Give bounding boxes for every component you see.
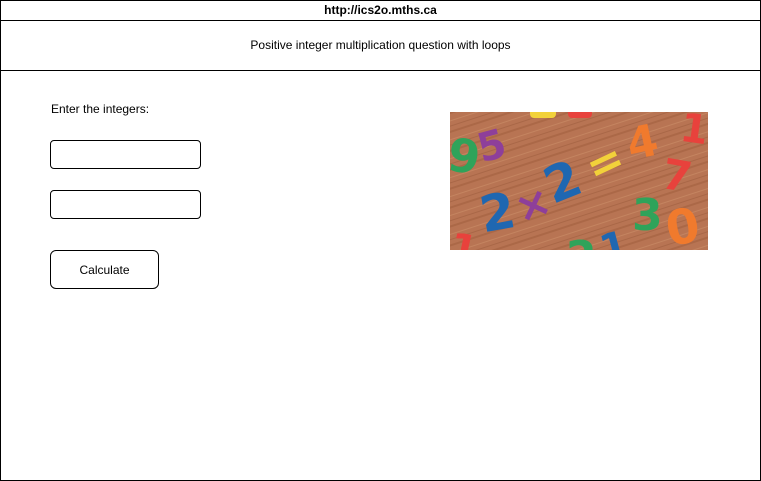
number-glyph: 3 xyxy=(632,190,663,241)
url-bar: http://ics2o.mths.ca xyxy=(1,1,760,21)
yellow-piece xyxy=(530,112,556,118)
red-piece xyxy=(568,112,592,118)
number-glyph: 2 xyxy=(566,232,597,250)
number-glyph: 1 xyxy=(450,224,482,250)
number-glyph: 1 xyxy=(677,112,708,154)
numbers-illustration: 9 5 2 × 2 = 4 7 1 3 0 2 1 1 xyxy=(450,112,708,250)
calculate-button[interactable]: Calculate xyxy=(50,250,159,289)
page-title: Positive integer multiplication question… xyxy=(1,21,760,71)
second-integer-input[interactable] xyxy=(50,190,201,219)
first-integer-input[interactable] xyxy=(50,140,201,169)
enter-integers-label: Enter the integers: xyxy=(51,102,150,116)
numbers-image: 9 5 2 × 2 = 4 7 1 3 0 2 1 1 xyxy=(450,112,708,250)
